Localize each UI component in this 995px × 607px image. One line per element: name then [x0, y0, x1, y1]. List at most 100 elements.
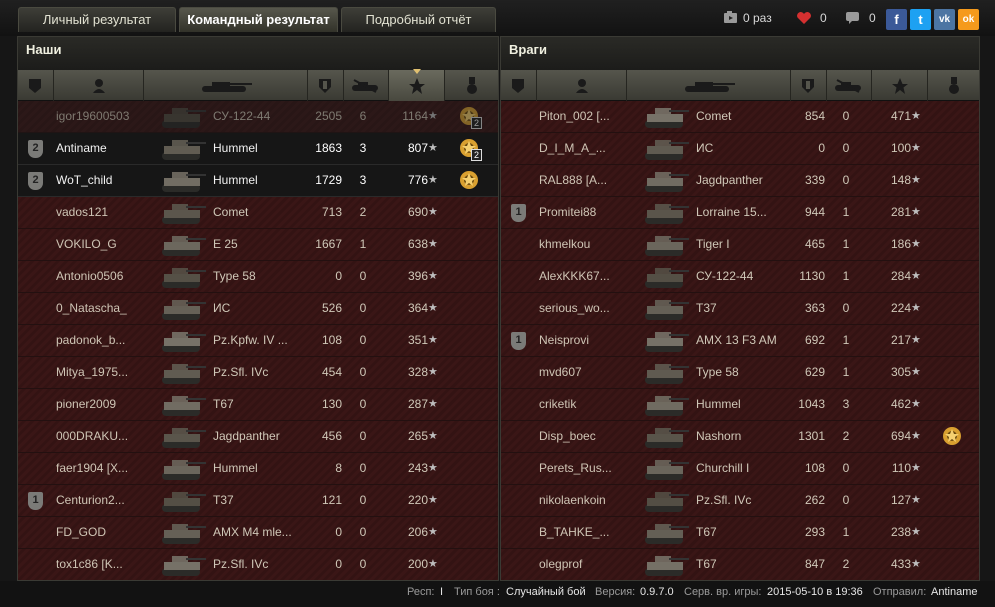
tank-name: T67 [213, 397, 234, 411]
tank-image [645, 524, 689, 544]
medals-column-header[interactable] [928, 70, 979, 101]
player-row[interactable]: Mitya_1975... Pz.Sfl. IVc 454 0 328 ★ [18, 357, 498, 389]
player-row[interactable]: D_I_M_A_... ИС 0 0 100 ★ [501, 133, 979, 165]
facebook-share-button[interactable]: f [886, 9, 907, 30]
player-row[interactable]: padonok_b... Pz.Kpfw. IV ... 108 0 351 ★ [18, 325, 498, 357]
player-row[interactable]: 2 Antiname Hummel 1863 3 807 ★ 2 [18, 133, 498, 165]
damage-value: 454 [321, 365, 342, 379]
player-row[interactable]: VOKILO_G E 25 1667 1 638 ★ [18, 229, 498, 261]
medal-count: 2 [471, 149, 482, 161]
kills-column-header[interactable] [827, 70, 873, 101]
tank-column-header[interactable] [144, 70, 308, 101]
rank-column-header[interactable] [501, 70, 537, 101]
tank-name: Hummel [213, 461, 258, 475]
rank-cell [507, 453, 531, 484]
kills-value: 2 [359, 205, 367, 219]
damage-column-header[interactable] [308, 70, 344, 101]
server-time-value: 2015-05-10 в 19:36 [767, 586, 863, 598]
tank-column-header[interactable] [627, 70, 791, 101]
xp-value: 243 [407, 461, 428, 475]
tank-image [645, 172, 689, 192]
tab-team-result[interactable]: Командный результат [179, 7, 338, 32]
player-row[interactable]: Antonio0506 Type 58 0 0 396 ★ [18, 261, 498, 293]
player-row[interactable]: 1 Centurion2... T37 121 0 220 ★ [18, 485, 498, 517]
ok-share-button[interactable]: ok [958, 9, 979, 30]
version-label: Версия: [595, 586, 636, 598]
battle-results-window: Личный результат Командный результат Под… [0, 0, 995, 607]
tank-image [645, 428, 689, 448]
xp-value: 186 [890, 237, 911, 251]
damage-value: 1130 [799, 269, 825, 283]
tank-name: Pz.Kpfw. IV ... [213, 333, 288, 347]
player-row[interactable]: 2 WoT_child Hummel 1729 3 776 ★ [18, 165, 498, 197]
player-row[interactable]: vados121 Comet 713 2 690 ★ [18, 197, 498, 229]
player-row[interactable]: criketik Hummel 1043 3 462 ★ [501, 389, 979, 421]
tank-image-cell [156, 229, 208, 260]
player-row[interactable]: RAL888 [A... Jagdpanther 339 0 148 ★ [501, 165, 979, 197]
star-icon: ★ [911, 238, 921, 250]
player-row[interactable]: mvd607 Type 58 629 1 305 ★ [501, 357, 979, 389]
player-row[interactable]: pioner2009 T67 130 0 287 ★ [18, 389, 498, 421]
medal-badge-icon[interactable] [941, 425, 963, 447]
damage-value: 0 [335, 269, 342, 283]
player-row[interactable]: faer1904 [X... Hummel 8 0 243 ★ [18, 453, 498, 485]
star-icon: ★ [911, 302, 921, 314]
damage-value: 847 [804, 557, 825, 571]
twitter-share-button[interactable]: t [910, 9, 931, 30]
tank-image [645, 332, 689, 352]
player-row[interactable]: 000DRAKU... Jagdpanther 456 0 265 ★ [18, 421, 498, 453]
player-name: AlexKKK67... [539, 269, 610, 283]
xp-column-header[interactable] [872, 70, 929, 101]
kills-value: 0 [359, 429, 367, 443]
player-row[interactable]: 0_Natascha_ ИС 526 0 364 ★ [18, 293, 498, 325]
tab-personal-result[interactable]: Личный результат [18, 7, 176, 32]
damage-column-header[interactable] [791, 70, 827, 101]
tank-image [162, 460, 206, 480]
damage-value: 262 [804, 493, 825, 507]
star-icon: ★ [428, 142, 438, 154]
xp-value: 148 [890, 173, 911, 187]
xp-column-header[interactable] [389, 69, 446, 101]
player-name: pioner2009 [56, 397, 117, 411]
xp-value: 200 [407, 557, 428, 571]
player-row[interactable]: 1 Promitei88 Lorraine 15... 944 1 281 ★ [501, 197, 979, 229]
player-row[interactable]: igor19600503 СУ-122-44 2505 6 1164 ★ 2 [18, 101, 498, 133]
damage-value: 293 [804, 525, 825, 539]
medal-badge-icon[interactable] [458, 169, 480, 191]
kills-column-header[interactable] [344, 70, 390, 101]
tank-image-cell [639, 453, 691, 484]
heart-icon[interactable] [796, 11, 812, 25]
player-row[interactable]: AlexKKK67... СУ-122-44 1130 1 284 ★ [501, 261, 979, 293]
star-icon: ★ [428, 526, 438, 538]
rank-column-header[interactable] [18, 70, 54, 101]
vk-share-button[interactable]: vk [934, 9, 955, 30]
player-row[interactable]: khmelkou Tiger I 465 1 186 ★ [501, 229, 979, 261]
tank-image-cell [639, 165, 691, 196]
tank-image-cell [156, 261, 208, 292]
comment-icon[interactable] [845, 11, 861, 25]
player-row[interactable]: Perets_Rus... Churchill I 108 0 110 ★ [501, 453, 979, 485]
xp-value: 224 [890, 301, 911, 315]
medal-cell [937, 517, 967, 548]
player-column-header[interactable] [54, 70, 145, 101]
tab-detailed-report[interactable]: Подробный отчёт [341, 7, 496, 32]
player-column-header[interactable] [537, 70, 628, 101]
player-row[interactable]: 1 Neisprovi AMX 13 F3 AM 692 1 217 ★ [501, 325, 979, 357]
player-row[interactable]: olegprof T67 847 2 433 ★ [501, 549, 979, 580]
tank-name: AMX 13 F3 AM [696, 333, 777, 347]
tank-image [645, 492, 689, 512]
player-row[interactable]: Piton_002 [... Comet 854 0 471 ★ [501, 101, 979, 133]
video-icon[interactable] [723, 11, 739, 25]
player-row[interactable]: tox1c86 [K... Pz.Sfl. IVc 0 0 200 ★ [18, 549, 498, 580]
player-row[interactable]: FD_GOD AMX M4 mle... 0 0 206 ★ [18, 517, 498, 549]
player-row[interactable]: Disp_boec Nashorn 1301 2 694 ★ [501, 421, 979, 453]
kills-value: 0 [359, 557, 367, 571]
star-icon: ★ [428, 494, 438, 506]
platoon-badge-icon: 2 [28, 172, 43, 190]
xp-value: 238 [890, 525, 911, 539]
player-row[interactable]: serious_wo... T37 363 0 224 ★ [501, 293, 979, 325]
medals-column-header[interactable] [445, 70, 498, 101]
player-row[interactable]: B_TAHKE_... T67 293 1 238 ★ [501, 517, 979, 549]
player-row[interactable]: nikolaenkoin Pz.Sfl. IVc 262 0 127 ★ [501, 485, 979, 517]
tank-image-cell [156, 485, 208, 516]
